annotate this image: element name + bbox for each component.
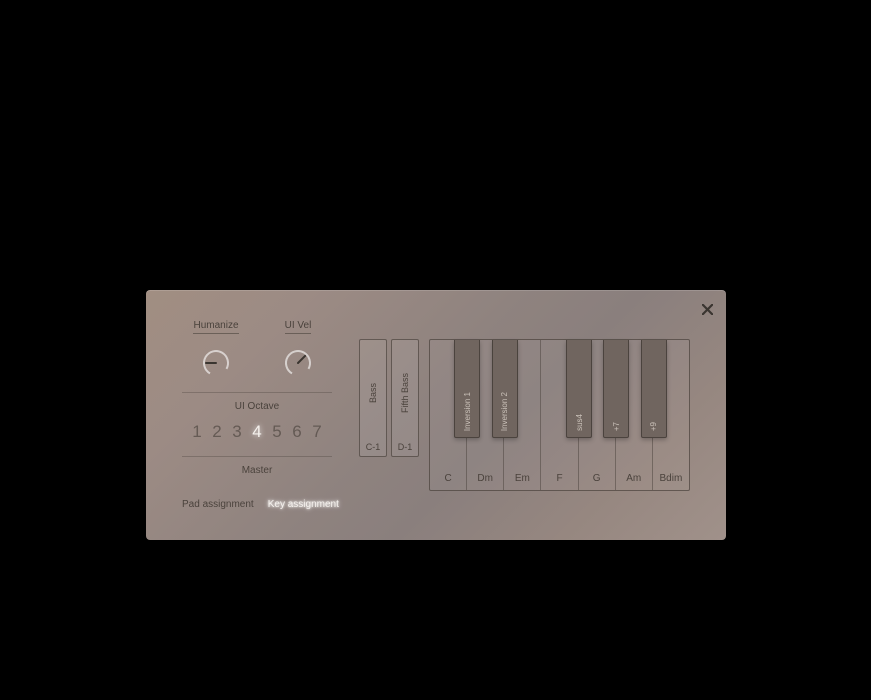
humanize-label: Humanize — [193, 320, 238, 334]
ui-vel-label: UI Vel — [285, 320, 312, 334]
bass-key-1[interactable]: Fifth BassD-1 — [391, 339, 419, 457]
bass-key-note: C-1 — [366, 442, 381, 452]
octave-1[interactable]: 1 — [190, 422, 204, 442]
black-key-sus4[interactable]: sus4 — [566, 340, 592, 438]
octave-6[interactable]: 6 — [290, 422, 304, 442]
knob-row: Humanize UI Vel — [182, 320, 332, 378]
assignment-tabs: Pad assignment Key assignment — [182, 499, 339, 510]
octave-5[interactable]: 5 — [270, 422, 284, 442]
black-key-label: +9 — [649, 422, 658, 431]
humanize-knob[interactable] — [201, 348, 231, 378]
keyboard-area: BassC-1Fifth BassD-1 CDmEmFGAmBdim Inver… — [359, 339, 690, 491]
divider — [182, 456, 332, 457]
close-icon — [702, 304, 713, 315]
octave-7[interactable]: 7 — [310, 422, 324, 442]
ui-octave-label: UI Octave — [182, 401, 332, 412]
tab-pad-assignment[interactable]: Pad assignment — [182, 499, 254, 510]
black-key-label: +7 — [612, 422, 621, 431]
divider — [182, 392, 332, 393]
black-key-label: sus4 — [575, 414, 584, 431]
ui-vel-knob[interactable] — [283, 348, 313, 378]
black-key-inversion-1[interactable]: Inversion 1 — [454, 340, 480, 438]
ui-vel-knob-block: UI Vel — [268, 320, 328, 378]
close-button[interactable] — [698, 300, 716, 318]
octave-2[interactable]: 2 — [210, 422, 224, 442]
humanize-knob-block: Humanize — [186, 320, 246, 378]
black-key-label: Inversion 1 — [463, 392, 472, 431]
octave-3[interactable]: 3 — [230, 422, 244, 442]
bass-key-0[interactable]: BassC-1 — [359, 339, 387, 457]
octave-selector: 1234567 — [182, 422, 332, 442]
master-label: Master — [182, 465, 332, 476]
key-assignment-panel: Humanize UI Vel UI Octav — [146, 290, 726, 540]
controls-column: Humanize UI Vel UI Octav — [182, 320, 332, 486]
tab-key-assignment[interactable]: Key assignment — [268, 499, 339, 510]
black-key-inversion-2[interactable]: Inversion 2 — [492, 340, 518, 438]
bass-key-label: Bass — [368, 344, 378, 442]
bass-keys: BassC-1Fifth BassD-1 — [359, 339, 419, 457]
chord-piano: CDmEmFGAmBdim Inversion 1Inversion 2sus4… — [429, 339, 690, 491]
black-key-plus9[interactable]: +9 — [641, 340, 667, 438]
bass-key-note: D-1 — [398, 442, 413, 452]
black-key-label: Inversion 2 — [500, 392, 509, 431]
black-key-plus7[interactable]: +7 — [603, 340, 629, 438]
bass-key-label: Fifth Bass — [400, 344, 410, 442]
octave-4[interactable]: 4 — [250, 422, 264, 442]
